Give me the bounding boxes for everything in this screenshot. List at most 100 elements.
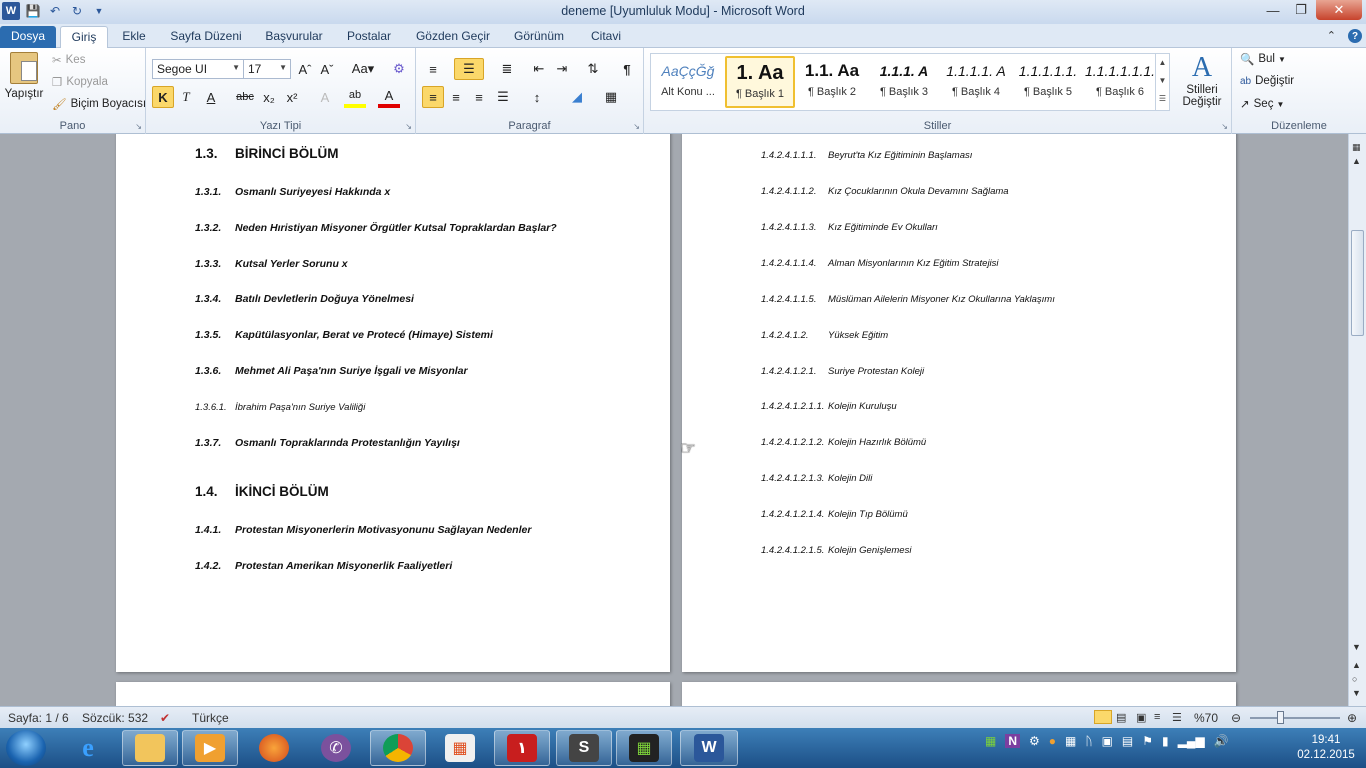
tab-home[interactable]: Giriş <box>60 26 108 48</box>
language[interactable]: Türkçe <box>192 711 229 725</box>
web-layout-icon[interactable]: ▣ <box>1136 711 1146 724</box>
justify-icon[interactable]: ☰ <box>492 86 514 108</box>
copy-button[interactable]: ❐ Kopyala <box>52 75 108 89</box>
taskbar-app-green[interactable]: ▦ <box>616 730 672 766</box>
style-heading-5[interactable]: 1.1.1.1.1. ¶ Başlık 5 <box>1013 56 1083 108</box>
shrink-font-icon[interactable]: Aˇ <box>316 58 338 80</box>
bullets-icon[interactable]: ≡ <box>422 58 444 80</box>
tab-view[interactable]: Görünüm <box>508 26 570 48</box>
font-name-input[interactable]: Segoe UI ▼ <box>152 59 244 79</box>
font-size-input[interactable]: 17 ▼ <box>243 59 291 79</box>
text-effects-icon[interactable]: A <box>314 86 336 108</box>
clear-formatting-icon[interactable]: ⚙ <box>388 58 410 80</box>
line-spacing-icon[interactable]: ↕ <box>526 86 548 108</box>
tab-page-layout[interactable]: Sayfa Düzeni <box>164 26 248 48</box>
ruler-toggle-icon[interactable]: ▦ <box>1352 142 1361 153</box>
dialog-launcher-icon[interactable]: ↘ <box>1221 122 1228 131</box>
tab-file[interactable]: Dosya <box>0 26 56 48</box>
shading-icon[interactable]: ◢ <box>566 86 588 108</box>
zoom-slider[interactable] <box>1250 717 1340 719</box>
cut-button[interactable]: ✂ Kes <box>52 53 85 67</box>
tab-references[interactable]: Başvurular <box>258 26 330 48</box>
outline-icon[interactable]: ≡ <box>1154 711 1160 723</box>
maximize-button[interactable]: ❐ <box>1288 0 1314 20</box>
show-formatting-icon[interactable]: ¶ <box>616 58 638 80</box>
previous-page-icon[interactable]: ▲ <box>1352 660 1361 670</box>
vertical-scrollbar[interactable]: ▦ ▲ ▼ ▲ ○ ▼ <box>1348 134 1366 706</box>
paste-button[interactable]: Yapıştır <box>4 52 44 100</box>
font-color-icon[interactable]: A <box>378 86 400 108</box>
numbering-icon[interactable]: ☰ <box>454 58 484 80</box>
clock[interactable]: 19:41 02.12.2015 <box>1296 733 1356 763</box>
monitor-icon[interactable]: ▤ <box>1122 734 1133 748</box>
page-right[interactable]: 1.4.2.4.1.1.1. Beyrut'ta Kız Eğitiminin B… <box>682 134 1236 672</box>
zoom-in-icon[interactable]: ⊕ <box>1347 711 1357 725</box>
taskbar-app-s[interactable]: S <box>556 730 612 766</box>
volume-icon[interactable]: 🔊 <box>1214 734 1229 748</box>
taskbar-app-red[interactable]: ١ <box>494 730 550 766</box>
multilevel-list-icon[interactable]: ≣ <box>496 58 518 80</box>
sort-icon[interactable]: ⇅ <box>582 58 604 80</box>
page-next-left[interactable] <box>116 682 670 706</box>
display-icon[interactable]: ▣ <box>1102 734 1113 748</box>
zoom-level[interactable]: %70 <box>1194 711 1218 725</box>
gallery-scroll[interactable]: ▲ ▼ ☰ <box>1155 54 1169 110</box>
flag-icon[interactable]: ⚑ <box>1142 734 1153 748</box>
taskbar-viber[interactable]: ✆ <box>308 730 364 766</box>
style-heading-2[interactable]: 1.1. Aa ¶ Başlık 2 <box>797 56 867 108</box>
borders-icon[interactable]: ▦ <box>600 86 622 108</box>
next-page-icon[interactable]: ▼ <box>1352 688 1361 698</box>
grow-font-icon[interactable]: Aˆ <box>294 58 316 80</box>
zoom-out-icon[interactable]: ⊖ <box>1231 711 1241 725</box>
taskbar-internet-explorer[interactable]: e <box>60 730 116 766</box>
antivirus-icon[interactable]: ● <box>1049 734 1056 748</box>
underline-icon[interactable]: A <box>200 86 222 108</box>
zoom-slider-thumb[interactable] <box>1277 711 1284 724</box>
tab-review[interactable]: Gözden Geçir <box>410 26 496 48</box>
taskbar-metro-apps[interactable]: ▦ <box>432 730 488 766</box>
full-screen-reading-icon[interactable]: ▤ <box>1116 711 1126 724</box>
close-button[interactable]: ✕ <box>1316 0 1362 20</box>
onenote-icon[interactable]: N <box>1005 734 1021 748</box>
start-button[interactable] <box>6 730 46 766</box>
word-count[interactable]: Sözcük: 532 <box>82 711 148 725</box>
tab-mailings[interactable]: Postalar <box>340 26 398 48</box>
subscript-icon[interactable]: x₂ <box>258 86 280 108</box>
format-painter-button[interactable]: 🖌 Biçim Boyacısı <box>52 97 146 111</box>
superscript-icon[interactable]: x² <box>281 86 303 108</box>
browse-object-icon[interactable]: ○ <box>1352 674 1357 684</box>
minimize-button[interactable]: — <box>1260 0 1286 20</box>
network-icon[interactable]: ▂▄▆ <box>1178 734 1205 748</box>
style-heading-3[interactable]: 1.1.1. A ¶ Başlık 3 <box>869 56 939 108</box>
dialog-launcher-icon[interactable]: ↘ <box>633 122 640 131</box>
power-icon[interactable]: ▮ <box>1162 734 1169 748</box>
italic-icon[interactable]: T <box>175 86 197 108</box>
proofing-icon[interactable]: ✔ <box>160 711 170 725</box>
keyboard-icon[interactable]: ▦ <box>1065 734 1076 748</box>
style-subtitle[interactable]: AaÇçĞğ Alt Konu ... <box>653 56 723 108</box>
page-next-right[interactable] <box>682 682 1236 706</box>
bluetooth-icon[interactable]: ᚢ <box>1085 734 1092 748</box>
highlight-icon[interactable]: ab <box>344 86 366 108</box>
taskbar-chrome[interactable] <box>370 730 426 766</box>
decrease-indent-icon[interactable]: ⇤ <box>528 58 550 80</box>
taskbar-file-explorer[interactable] <box>122 730 178 766</box>
align-left-icon[interactable]: ≡ <box>422 86 444 108</box>
dialog-launcher-icon[interactable]: ↘ <box>135 122 142 131</box>
minimize-ribbon-icon[interactable]: ⌃ <box>1327 29 1336 43</box>
change-case-icon[interactable]: Aa▾ <box>348 58 378 80</box>
tray-app-icon[interactable]: ▦ <box>985 734 996 748</box>
style-heading-4[interactable]: 1.1.1.1. A ¶ Başlık 4 <box>941 56 1011 108</box>
bold-icon[interactable]: K <box>152 86 174 108</box>
document-area[interactable]: 1.3. BİRİNCİ BÖLÜM 1.3.1. Osmanlı Suriyeyes… <box>0 134 1348 706</box>
draft-icon[interactable]: ☰ <box>1172 711 1182 724</box>
taskbar-firefox[interactable] <box>246 730 302 766</box>
increase-indent-icon[interactable]: ⇥ <box>551 58 573 80</box>
scroll-down-icon[interactable]: ▼ <box>1352 642 1361 652</box>
page-count[interactable]: Sayfa: 1 / 6 <box>8 711 69 725</box>
settings-tray-icon[interactable]: ⚙ <box>1029 734 1040 748</box>
style-heading-1[interactable]: 1. Aa ¶ Başlık 1 <box>725 56 795 108</box>
replace-button[interactable]: ab Değiştir <box>1240 75 1294 87</box>
change-styles-button[interactable]: A Stilleri Değiştir <box>1176 52 1228 108</box>
align-right-icon[interactable]: ≡ <box>468 86 490 108</box>
